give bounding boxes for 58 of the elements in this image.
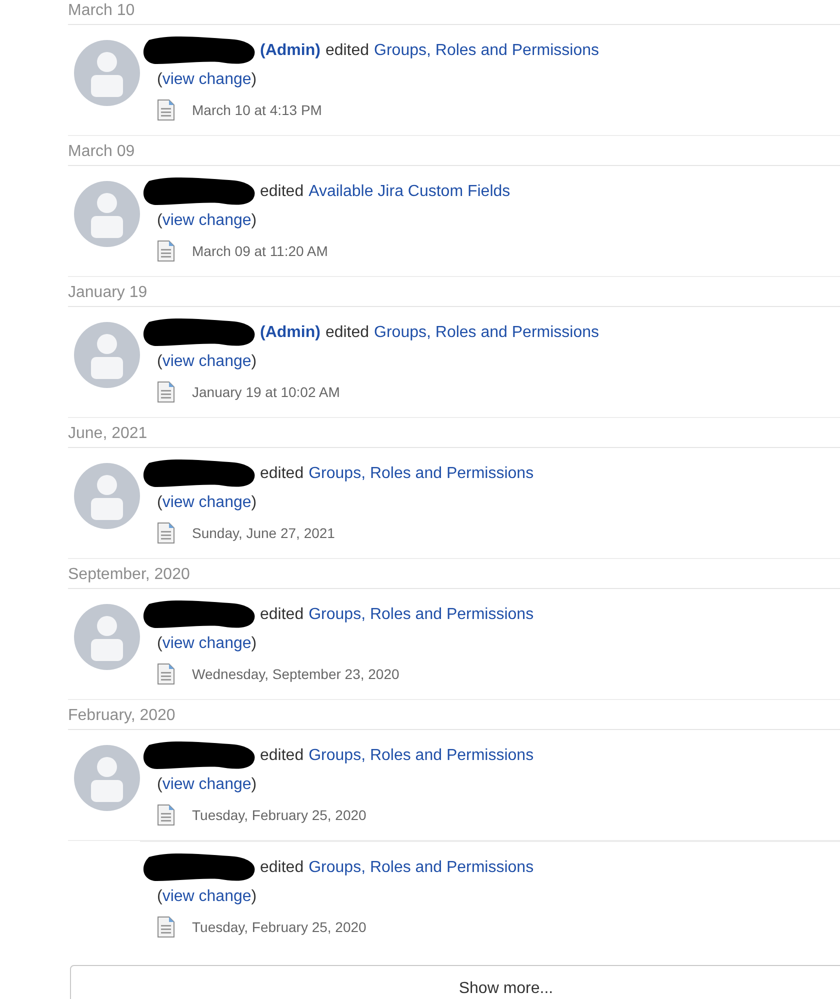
paren-text: ) xyxy=(251,212,257,229)
view-change-link[interactable]: view change xyxy=(162,71,252,88)
user-role-link[interactable]: (Admin) xyxy=(260,42,320,60)
view-change-link[interactable]: view change xyxy=(162,776,252,793)
page-link[interactable]: Groups, Roles and Permissions xyxy=(308,606,534,624)
paren-text: ) xyxy=(251,888,257,905)
timestamp: Sunday, June 27, 2021 xyxy=(192,525,335,541)
action-text: edited xyxy=(260,747,304,765)
document-icon xyxy=(157,916,175,938)
paren-text: ) xyxy=(251,635,257,652)
paren-text: ( xyxy=(157,888,162,905)
view-change-link[interactable]: view change xyxy=(162,635,252,652)
document-icon xyxy=(157,663,175,685)
document-icon xyxy=(157,522,175,544)
timestamp: March 10 at 4:13 PM xyxy=(192,102,322,118)
paren-text: ) xyxy=(251,776,257,793)
paren-text: ( xyxy=(157,494,162,511)
action-text: edited xyxy=(325,324,370,342)
document-icon xyxy=(157,381,175,403)
page-link[interactable]: Available Jira Custom Fields xyxy=(308,183,510,201)
document-icon xyxy=(157,240,175,262)
paren-text: ( xyxy=(157,635,162,652)
paren-text: ) xyxy=(251,494,257,511)
paren-text: ( xyxy=(157,776,162,793)
paren-text: ) xyxy=(251,353,257,370)
date-heading: March 09 xyxy=(68,137,840,166)
date-heading: March 10 xyxy=(68,0,840,25)
document-icon xyxy=(157,804,175,826)
action-text: edited xyxy=(260,859,304,877)
date-heading: February, 2020 xyxy=(68,701,840,730)
view-change-link[interactable]: view change xyxy=(162,353,252,370)
view-change-link[interactable]: view change xyxy=(162,888,252,905)
timestamp: Tuesday, February 25, 2020 xyxy=(192,919,366,935)
action-text: edited xyxy=(260,465,304,483)
date-heading: September, 2020 xyxy=(68,560,840,589)
timestamp: Wednesday, September 23, 2020 xyxy=(192,666,400,682)
action-text: edited xyxy=(260,606,304,624)
page-link[interactable]: Groups, Roles and Permissions xyxy=(308,859,534,877)
action-text: edited xyxy=(260,183,304,201)
page-link[interactable]: Groups, Roles and Permissions xyxy=(374,324,600,342)
action-text: edited xyxy=(325,42,370,60)
paren-text: ( xyxy=(157,212,162,229)
paren-text: ( xyxy=(157,71,162,88)
user-role-link[interactable]: (Admin) xyxy=(260,324,320,342)
page-link[interactable]: Groups, Roles and Permissions xyxy=(308,747,534,765)
view-change-link[interactable]: view change xyxy=(162,494,252,511)
page-link[interactable]: Groups, Roles and Permissions xyxy=(308,465,534,483)
show-more-button[interactable]: Show more... xyxy=(70,965,840,999)
view-change-link[interactable]: view change xyxy=(162,212,252,229)
paren-text: ( xyxy=(157,353,162,370)
timestamp: March 09 at 11:20 AM xyxy=(192,243,328,259)
date-heading: June, 2021 xyxy=(68,419,840,448)
timestamp: Tuesday, February 25, 2020 xyxy=(192,807,366,823)
page-link[interactable]: Groups, Roles and Permissions xyxy=(374,42,600,60)
timestamp: January 19 at 10:02 AM xyxy=(192,384,340,400)
date-heading: January 19 xyxy=(68,278,840,307)
document-icon xyxy=(157,99,175,121)
paren-text: ) xyxy=(251,71,257,88)
